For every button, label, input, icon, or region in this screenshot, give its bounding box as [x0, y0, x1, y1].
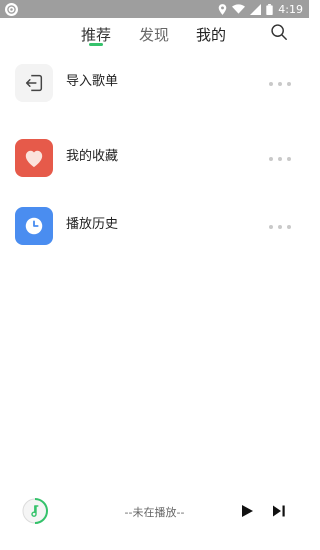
location-icon — [219, 3, 227, 15]
tab-recommend[interactable]: 推荐 — [81, 24, 111, 45]
status-time: 4:19 — [278, 2, 303, 16]
more-options-icon[interactable] — [269, 225, 291, 229]
list-item-play-history[interactable]: 播放历史 — [0, 207, 309, 247]
list-item-label: 导入歌单 — [66, 74, 119, 89]
status-bar: 4:19 — [0, 0, 309, 18]
tab-discover[interactable]: 发现 — [139, 24, 169, 45]
list-item-label: 播放历史 — [66, 217, 119, 232]
heart-icon — [15, 139, 53, 177]
more-options-icon[interactable] — [269, 82, 291, 86]
battery-icon — [266, 3, 274, 15]
app-notification-icon — [5, 2, 18, 16]
play-icon[interactable] — [240, 504, 254, 518]
list-item-import-playlist[interactable]: 导入歌单 — [0, 64, 309, 104]
clock-icon — [15, 207, 53, 245]
top-navigation: 推荐 发现 我的 — [0, 22, 309, 50]
active-tab-indicator — [89, 43, 103, 46]
import-icon — [15, 64, 53, 102]
list-item-favorites[interactable]: 我的收藏 — [0, 139, 309, 179]
skip-next-icon[interactable] — [272, 504, 286, 518]
mini-player: --未在播放-- — [0, 494, 309, 534]
wifi-icon — [232, 4, 246, 14]
signal-icon — [250, 3, 262, 15]
more-options-icon[interactable] — [269, 157, 291, 161]
list-item-label: 我的收藏 — [66, 149, 119, 164]
search-icon[interactable] — [270, 23, 288, 41]
now-playing-status: --未在播放-- — [124, 506, 185, 519]
tab-mine[interactable]: 我的 — [196, 24, 226, 45]
